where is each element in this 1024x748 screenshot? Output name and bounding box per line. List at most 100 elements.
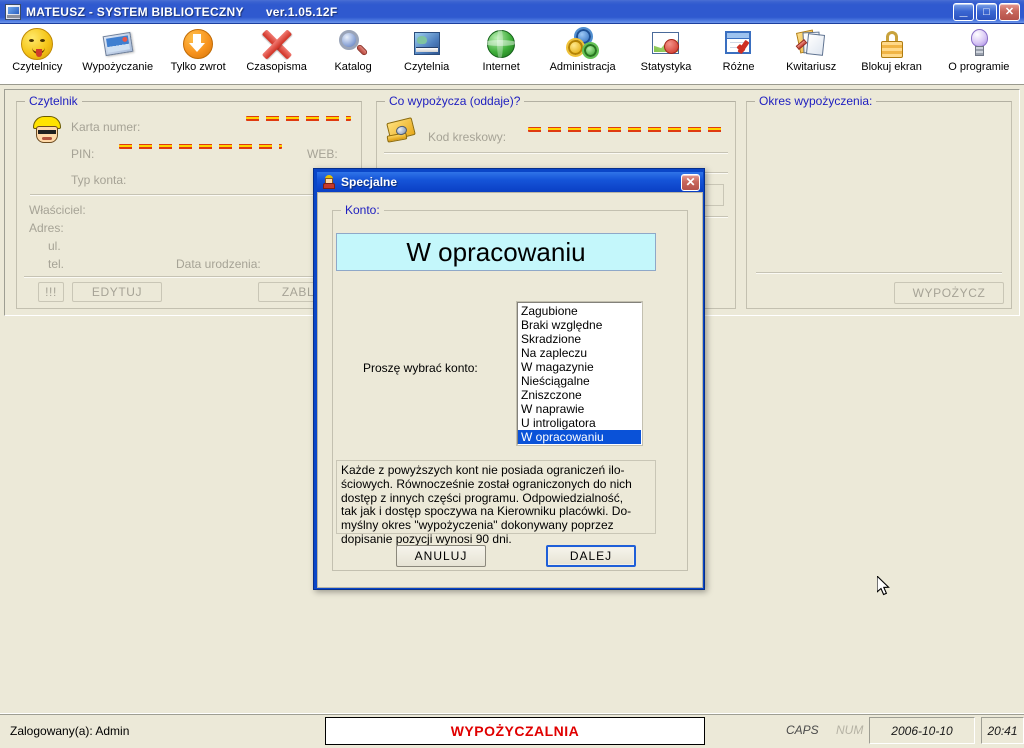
magnifier-icon xyxy=(337,28,369,60)
toolbar-button-czasopisma[interactable]: Czasopisma xyxy=(235,24,317,83)
barcode-value-placeholder xyxy=(528,127,722,132)
num-indicator: NUM xyxy=(836,723,864,737)
phone-label: tel. xyxy=(48,257,65,271)
pin-value-placeholder xyxy=(119,144,282,149)
toolbar-button-internet[interactable]: Internet xyxy=(465,24,538,83)
toolbar-button-administracja[interactable]: Administracja xyxy=(538,24,628,83)
caps-indicator: CAPS xyxy=(786,723,819,737)
barcode-label: Kod kreskowy: xyxy=(428,130,507,144)
maximize-button[interactable]: □ xyxy=(976,2,997,21)
toolbar-button-czytelnia[interactable]: Czytelnia xyxy=(388,24,465,83)
barcode-scanner-icon xyxy=(386,116,422,146)
reader-avatar-icon xyxy=(30,116,64,146)
description-box: Każde z powyższych kont nie posiada ogra… xyxy=(336,460,656,546)
time-field: 20:41 xyxy=(981,717,1024,744)
window-title: MATEUSZ - SYSTEM BIBLIOTECZNY xyxy=(26,4,244,19)
reader-group: Czytelnik Karta numer: PIN: WEB: Typ kon… xyxy=(16,94,362,309)
specjalne-dialog: Specjalne ✕ Konto: W opracowaniu Proszę … xyxy=(313,168,890,596)
selected-account-display: W opracowaniu xyxy=(336,233,656,271)
selected-account-text: W opracowaniu xyxy=(406,236,586,267)
toolbar-label: Administracja xyxy=(549,61,616,73)
choose-account-label: Proszę wybrać konto: xyxy=(363,361,478,375)
minimize-icon: _ xyxy=(959,1,968,18)
main-toolbar: Czytelnicy Wypożyczanie Tylko zwrot Czas… xyxy=(0,24,1024,85)
lend-button[interactable]: WYPOŻYCZ xyxy=(894,282,1004,304)
gears-icon xyxy=(567,28,599,60)
period-divider xyxy=(756,272,1002,274)
close-button[interactable]: ✕ xyxy=(999,2,1020,21)
account-list-item[interactable]: U introligatora xyxy=(518,416,641,430)
account-listbox[interactable]: Zagubione Braki względne Skradzione Na zapl… xyxy=(516,301,643,446)
account-list-item[interactable]: W opracowaniu xyxy=(518,430,641,444)
toolbar-label: Katalog xyxy=(334,61,372,73)
status-bar: Zalogowany(a): Admin WYPOŻYCZALNIA CAPS … xyxy=(0,713,1024,748)
toolbar-label: Tylko zwrot xyxy=(170,61,226,73)
konto-group-caption: Konto: xyxy=(341,203,384,217)
next-button[interactable]: DALEJ xyxy=(546,545,636,567)
toolbar-button-blokuj-ekran[interactable]: Blokuj ekran xyxy=(849,24,933,83)
reader-bottom-divider xyxy=(24,276,354,278)
account-list-item[interactable]: W magazynie xyxy=(518,360,641,374)
edit-button[interactable]: EDYTUJ xyxy=(72,282,162,302)
window-controls: _ □ ✕ xyxy=(953,1,1020,21)
account-list-item[interactable]: Nieściągalne xyxy=(518,374,641,388)
reader-divider xyxy=(30,194,348,196)
toolbar-button-rozne[interactable]: Różne xyxy=(704,24,773,83)
cancel-button[interactable]: ANULUJ xyxy=(396,545,486,567)
maximize-icon: □ xyxy=(983,5,990,18)
period-group-caption: Okres wypożyczenia: xyxy=(755,94,877,108)
dialog-title: Specjalne xyxy=(341,175,398,189)
calendar-check-icon xyxy=(723,28,755,60)
mode-label: WYPOŻYCZALNIA xyxy=(450,723,580,739)
app-window-icon xyxy=(5,3,21,20)
dialog-close-button[interactable]: ✕ xyxy=(681,173,700,191)
period-group-frame xyxy=(746,101,1012,309)
account-list-item[interactable]: Zniszczone xyxy=(518,388,641,402)
toolbar-button-katalog[interactable]: Katalog xyxy=(318,24,389,83)
window-titlebar: MATEUSZ - SYSTEM BIBLIOTECZNY ver.1.05.1… xyxy=(0,0,1024,24)
close-icon: ✕ xyxy=(1004,5,1015,18)
card-number-value-placeholder xyxy=(246,116,351,121)
smiley-face-icon xyxy=(21,28,54,60)
chart-icon xyxy=(650,28,682,60)
street-label: ul. xyxy=(48,239,61,253)
toolbar-label: Statystyka xyxy=(640,61,692,73)
toolbar-label: Wypożyczanie xyxy=(82,61,154,73)
minimize-button[interactable]: _ xyxy=(953,1,974,21)
alert-button[interactable]: !!! xyxy=(38,282,64,302)
mode-indicator: WYPOŻYCZALNIA xyxy=(325,717,705,745)
borrow-group-caption: Co wypożycza (oddaje)? xyxy=(385,94,525,108)
padlock-icon xyxy=(876,28,908,60)
birth-date-label: Data urodzenia: xyxy=(176,257,261,271)
logged-user-label: Zalogowany(a): Admin xyxy=(10,724,130,738)
account-list-item[interactable]: W naprawie xyxy=(518,402,641,416)
toolbar-button-wypozyczanie[interactable]: Wypożyczanie xyxy=(75,24,161,83)
reader-group-caption: Czytelnik xyxy=(25,94,82,108)
toolbar-label: Blokuj ekran xyxy=(861,61,922,73)
application-window: MATEUSZ - SYSTEM BIBLIOTECZNY ver.1.05.1… xyxy=(0,0,1024,748)
toolbar-label: Czytelnicy xyxy=(12,61,63,73)
toolbar-button-kwitariusz[interactable]: Kwitariusz xyxy=(773,24,850,83)
toolbar-button-tylko-zwrot[interactable]: Tylko zwrot xyxy=(161,24,236,83)
period-group: Okres wypożyczenia: WYPOŻYCZ xyxy=(746,94,1012,309)
owner-label: Właściciel: xyxy=(29,203,86,217)
toolbar-label: O programie xyxy=(948,61,1010,73)
toolbar-label: Internet xyxy=(482,61,520,73)
green-globe-icon xyxy=(485,28,517,60)
description-text: Każde z powyższych kont nie posiada ogra… xyxy=(341,463,632,546)
account-list-item[interactable]: Skradzione xyxy=(518,332,641,346)
lightbulb-icon xyxy=(963,28,995,60)
card-number-label: Karta numer: xyxy=(71,120,141,134)
account-list-item[interactable]: Braki względne xyxy=(518,318,641,332)
account-list-item[interactable]: Zagubione xyxy=(518,304,641,318)
borrow-divider xyxy=(384,152,728,154)
address-label: Adres: xyxy=(29,221,64,235)
account-type-label: Typ konta: xyxy=(71,173,127,187)
orange-down-arrow-icon xyxy=(182,28,214,60)
account-list-item[interactable]: Na zapleczu xyxy=(518,346,641,360)
reading-room-icon xyxy=(411,28,443,60)
toolbar-button-statystyka[interactable]: Statystyka xyxy=(628,24,705,83)
toolbar-button-czytelnicy[interactable]: Czytelnicy xyxy=(0,24,75,83)
toolbar-label: Kwitariusz xyxy=(786,61,837,73)
toolbar-button-o-programie[interactable]: O programie xyxy=(934,24,1024,83)
